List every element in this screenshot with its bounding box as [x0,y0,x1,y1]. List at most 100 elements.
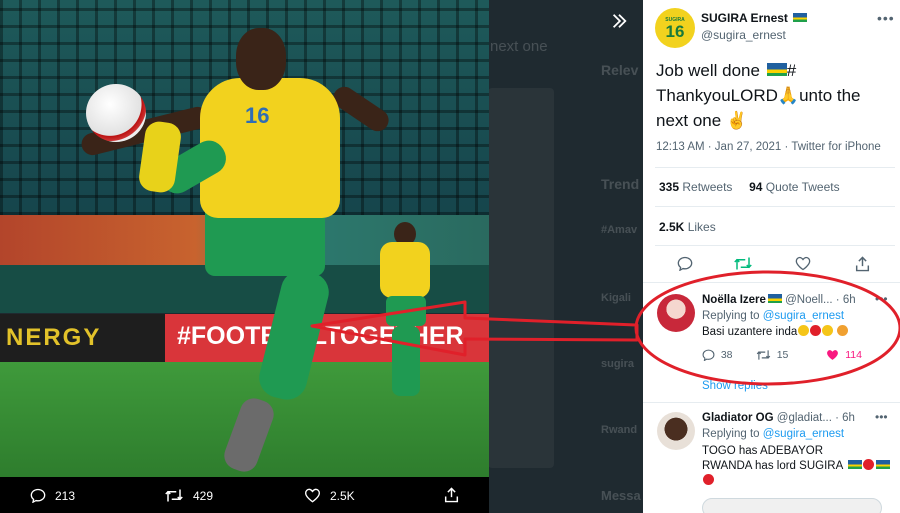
tweet-photo[interactable]: NERGY #FOOTBALLTOGETHER 16 [0,0,489,477]
replying-to-link[interactable]: @sugira_ernest [763,428,844,440]
like-button[interactable] [795,256,811,276]
reply-text: Basi uzantere inda [702,325,892,340]
like-count: 114 [845,349,862,361]
tweet-timestamp[interactable]: 12:13 AM · Jan 27, 2021 · Twitter for iP… [656,141,881,153]
quotes-stat[interactable]: 94 Quote Tweets [749,180,840,194]
tweet-text-line1: Job well done [656,61,760,80]
heart-filled-icon [827,350,839,360]
replying-to-link[interactable]: @sugira_ernest [763,310,844,322]
more-options-icon[interactable]: ••• [875,292,888,306]
reply-author-name: Gladiator OG [702,412,774,424]
divider [643,402,900,403]
retweet-button[interactable] [733,256,753,276]
ghost-text: #Amav [601,224,638,236]
ghost-text: Kigali [601,292,631,304]
quotes-count: 94 [749,180,763,194]
likes-stat[interactable]: 2.5K Likes [659,220,716,234]
advertising-board-right: #FOOTBALLTOGETHER [165,314,489,362]
divider [655,245,895,246]
share-button[interactable] [855,256,870,277]
ghost-text: Rwand [601,424,638,436]
retweets-stat[interactable]: 335 Retweets [659,180,732,194]
red-heart-icon [810,325,822,336]
viewer-share-button[interactable] [444,487,468,503]
avatar-number: 16 [665,21,685,41]
replying-to: Replying to @sugira_ernest [702,310,844,322]
reply-media-preview[interactable] [702,498,882,513]
tweet-author: SUGIRA 16 SUGIRA Ernest @sugira_ernest •… [655,8,895,48]
quotes-label: Quote Tweets [765,180,840,194]
viewer-action-bar: 213 429 2.5K [0,477,489,513]
reply-tweet[interactable]: Noëlla Izere @Noell... · 6h ••• Replying… [643,286,900,401]
hashtag-symbol: # [786,61,797,80]
reply-author[interactable]: Noëlla Izere @Noell... · 6h [702,294,856,306]
reply-author-handle: @gladiat... [776,412,832,424]
running-person-icon [837,325,849,336]
ghost-text: sugira [601,358,635,370]
replying-to: Replying to @sugira_ernest [702,428,844,440]
reply-count: 38 [720,349,733,361]
retweet-icon [734,257,752,270]
reply-text: TOGO has ADEBAYOR RWANDA has lord SUGIRA [702,444,892,489]
retweets-label: Retweets [682,180,733,194]
divider [643,282,900,283]
more-options-icon[interactable]: ••• [877,10,895,26]
viewer-retweet-button[interactable]: 429 [164,488,213,503]
red-heart-icon [703,474,714,485]
divider [655,206,895,207]
retweet-button[interactable]: 15 [756,349,789,361]
jersey-number: 16 [245,103,270,128]
crying-face-icon [798,325,810,336]
background-player [380,222,430,396]
football [86,84,146,142]
like-button[interactable]: 114 [826,349,862,361]
more-options-icon[interactable]: ••• [875,410,888,424]
viewer-like-count: 2.5K [330,488,355,503]
tweet-text-line3: next one [656,111,722,130]
reply-time: · 6h [835,294,856,306]
reply-text-line2: RWANDA has lord SUGIRA [702,460,843,472]
collapse-panel-button[interactable] [610,12,628,35]
reply-icon [30,488,46,503]
reply-time: · 6h [835,412,855,424]
reply-button[interactable] [677,256,693,276]
reply-author[interactable]: Gladiator OG @gladiat... · 6h [702,412,855,424]
avatar[interactable] [657,412,695,450]
show-replies-link[interactable]: Show replies [702,380,768,392]
reply-author-handle: @Noell... [785,294,833,306]
reply-text-line1: TOGO has ADEBAYOR [702,445,824,457]
replying-label: Replying to [702,428,760,440]
retweet-count: 15 [776,349,789,361]
reply-actions: 38 15 114 [702,349,862,364]
victory-hand-icon: ✌ [725,111,748,130]
likes-label: Likes [687,220,716,234]
reply-icon [677,256,693,272]
tweet-panel: SUGIRA 16 SUGIRA Ernest @sugira_ernest •… [643,0,900,513]
viewer-reply-button[interactable]: 213 [30,488,75,503]
reply-button[interactable]: 38 [702,349,733,361]
background-sidebar-ghost [488,88,554,468]
tweet-hashtag[interactable]: ThankyouLORD [656,86,778,105]
replying-label: Replying to [702,310,760,322]
likes-count: 2.5K [659,220,685,234]
reply-tweet[interactable]: Gladiator OG @gladiat... · 6h ••• Replyi… [643,404,900,513]
tweet-text-line2b: unto the [799,86,861,105]
retweet-icon [165,489,183,502]
media-viewer: next one Relev Trend #Amav Kigali sugira… [0,0,643,513]
reply-icon [702,349,715,361]
viewer-like-button[interactable]: 2.5K [304,488,355,503]
author-handle[interactable]: @sugira_ernest [701,28,786,42]
heart-icon [304,488,321,503]
rwanda-flag-icon [766,63,787,76]
ghost-text: Relev [601,62,639,78]
reply-text-content: Basi uzantere inda [702,326,798,338]
share-icon [855,256,870,272]
tweet-text: Job well done # ThankyouLORD🙏unto the ne… [656,58,890,133]
divider [655,167,895,168]
author-name[interactable]: SUGIRA Ernest [701,11,808,25]
avatar[interactable]: SUGIRA 16 [655,8,695,48]
avatar[interactable] [657,294,695,332]
viewer-reply-count: 213 [55,488,76,503]
share-icon [444,487,459,503]
retweet-icon [756,350,771,360]
